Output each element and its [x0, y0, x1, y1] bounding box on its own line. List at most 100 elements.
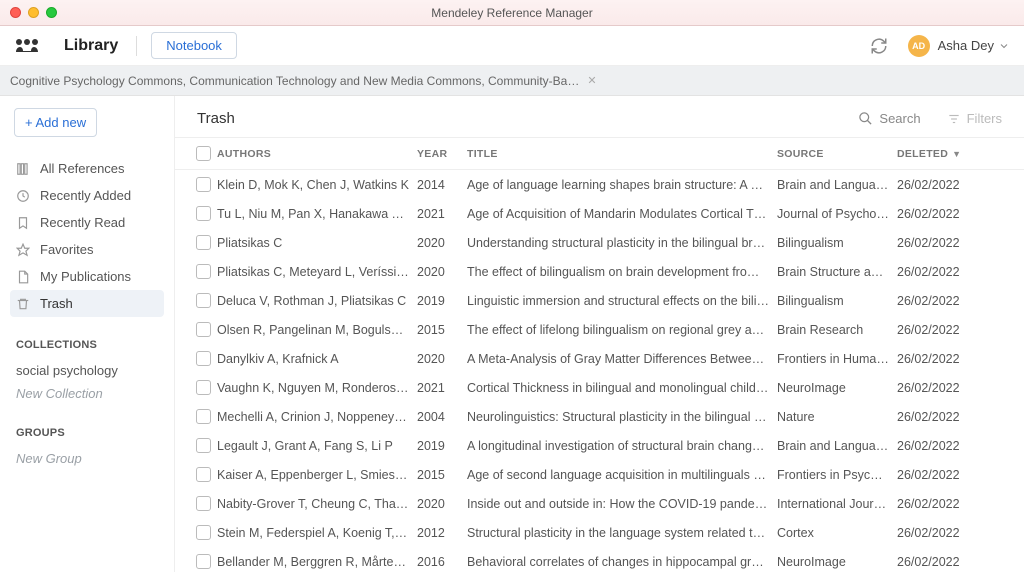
cell-title: Age of language learning shapes brain st…	[467, 178, 777, 192]
table-row[interactable]: Legault J, Grant A, Fang S, Li P2019A lo…	[175, 431, 1024, 460]
row-checkbox[interactable]	[196, 438, 211, 453]
cell-source: NeuroImage	[777, 381, 897, 395]
cell-deleted: 26/02/2022	[897, 526, 987, 540]
cell-year: 2014	[417, 178, 467, 192]
cell-year: 2021	[417, 207, 467, 221]
table-row[interactable]: Pliatsikas C2020Understanding structural…	[175, 228, 1024, 257]
table-row[interactable]: Kaiser A, Eppenberger L, Smieskova R, …2…	[175, 460, 1024, 489]
cell-source: Bilingualism	[777, 294, 897, 308]
table-row[interactable]: Nabity-Grover T, Cheung C, Thatcher J202…	[175, 489, 1024, 518]
cell-title: The effect of bilingualism on brain deve…	[467, 265, 777, 279]
select-all-checkbox[interactable]	[196, 146, 211, 161]
cell-deleted: 26/02/2022	[897, 439, 987, 453]
cell-title: Structural plasticity in the language sy…	[467, 526, 777, 540]
cell-year: 2019	[417, 294, 467, 308]
filters-button[interactable]: Filters	[947, 111, 1002, 126]
cell-source: International Journal of Information Man…	[777, 497, 897, 511]
table-row[interactable]: Klein D, Mok K, Chen J, Watkins K2014Age…	[175, 170, 1024, 199]
filter-icon	[947, 112, 961, 126]
table-row[interactable]: Vaughn K, Nguyen M, Ronderos J, Hern…202…	[175, 373, 1024, 402]
search-icon	[858, 111, 873, 126]
bookmark-icon	[16, 216, 30, 230]
col-header-year[interactable]: YEAR	[417, 148, 467, 160]
row-checkbox[interactable]	[196, 235, 211, 250]
row-checkbox[interactable]	[196, 467, 211, 482]
new-collection-item[interactable]: New Collection	[10, 382, 164, 405]
row-checkbox[interactable]	[196, 380, 211, 395]
row-checkbox[interactable]	[196, 351, 211, 366]
cell-deleted: 26/02/2022	[897, 178, 987, 192]
window-title: Mendeley Reference Manager	[0, 6, 1024, 20]
row-checkbox[interactable]	[196, 409, 211, 424]
sidebar-item-favorites[interactable]: Favorites	[10, 236, 164, 263]
col-header-deleted[interactable]: DELETED▼	[897, 148, 987, 160]
sidebar-item-trash[interactable]: Trash	[10, 290, 164, 317]
doc-icon	[16, 270, 30, 284]
sort-desc-icon: ▼	[952, 149, 961, 159]
table-header-row: AUTHORS YEAR TITLE SOURCE DELETED▼	[175, 137, 1024, 170]
cell-authors: Stein M, Federspiel A, Koenig T, Wirth M…	[217, 526, 417, 540]
sidebar-item-all-references[interactable]: All References	[10, 155, 164, 182]
row-checkbox[interactable]	[196, 525, 211, 540]
cell-source: Bilingualism	[777, 236, 897, 250]
cell-authors: Mechelli A, Crinion J, Noppeney U, O' D…	[217, 410, 417, 424]
search-button[interactable]: Search	[858, 111, 920, 126]
library-icon	[16, 162, 30, 176]
sidebar-item-recently-read[interactable]: Recently Read	[10, 209, 164, 236]
sidebar-item-recently-added[interactable]: Recently Added	[10, 182, 164, 209]
add-new-button[interactable]: + Add new	[14, 108, 97, 137]
info-bar-text: Cognitive Psychology Commons, Communicat…	[10, 74, 579, 88]
table-row[interactable]: Pliatsikas C, Meteyard L, Veríssimo J, D…	[175, 257, 1024, 286]
table-row[interactable]: Danylkiv A, Krafnick A2020A Meta-Analysi…	[175, 344, 1024, 373]
cell-title: The effect of lifelong bilingualism on r…	[467, 323, 777, 337]
collections-heading: COLLECTIONS	[16, 339, 164, 351]
cell-authors: Legault J, Grant A, Fang S, Li P	[217, 439, 417, 453]
cell-title: Understanding structural plasticity in t…	[467, 236, 777, 250]
cell-source: Frontiers in Psychology	[777, 468, 897, 482]
sidebar-item-label: Trash	[40, 296, 73, 311]
row-checkbox[interactable]	[196, 322, 211, 337]
row-checkbox[interactable]	[196, 206, 211, 221]
info-bar-close-icon[interactable]: ✕	[587, 74, 596, 87]
avatar[interactable]: AD	[908, 35, 930, 57]
table-row[interactable]: Bellander M, Berggren R, Mårtensson J, ……	[175, 547, 1024, 572]
row-checkbox[interactable]	[196, 554, 211, 569]
sidebar-item-label: All References	[40, 161, 125, 176]
table-row[interactable]: Olsen R, Pangelinan M, Bogulski C, Cha…2…	[175, 315, 1024, 344]
divider	[136, 36, 137, 56]
cell-deleted: 26/02/2022	[897, 555, 987, 569]
sync-icon[interactable]	[870, 37, 888, 55]
cell-title: Cortical Thickness in bilingual and mono…	[467, 381, 777, 395]
cell-year: 2012	[417, 526, 467, 540]
cell-year: 2019	[417, 439, 467, 453]
col-header-authors[interactable]: AUTHORS	[217, 148, 417, 160]
notebook-button[interactable]: Notebook	[151, 32, 237, 59]
cell-authors: Deluca V, Rothman J, Pliatsikas C	[217, 294, 417, 308]
row-checkbox[interactable]	[196, 177, 211, 192]
table-row[interactable]: Stein M, Federspiel A, Koenig T, Wirth M…	[175, 518, 1024, 547]
collection-item[interactable]: social psychology	[10, 359, 164, 382]
mendeley-logo-icon	[14, 37, 40, 55]
cell-authors: Kaiser A, Eppenberger L, Smieskova R, …	[217, 468, 417, 482]
col-header-title[interactable]: TITLE	[467, 148, 777, 160]
table-row[interactable]: Tu L, Niu M, Pan X, Hanakawa T, Liu X, ……	[175, 199, 1024, 228]
col-header-source[interactable]: SOURCE	[777, 148, 897, 160]
cell-source: Brain Research	[777, 323, 897, 337]
cell-title: A longitudinal investigation of structur…	[467, 439, 777, 453]
cell-authors: Danylkiv A, Krafnick A	[217, 352, 417, 366]
row-checkbox[interactable]	[196, 293, 211, 308]
row-checkbox[interactable]	[196, 264, 211, 279]
chevron-down-icon[interactable]	[998, 40, 1010, 52]
table-row[interactable]: Deluca V, Rothman J, Pliatsikas C2019Lin…	[175, 286, 1024, 315]
new-group-item[interactable]: New Group	[10, 447, 164, 470]
cell-year: 2016	[417, 555, 467, 569]
username-label[interactable]: Asha Dey	[938, 38, 994, 53]
cell-source: NeuroImage	[777, 555, 897, 569]
table-row[interactable]: Mechelli A, Crinion J, Noppeney U, O' D……	[175, 402, 1024, 431]
sidebar-item-my-publications[interactable]: My Publications	[10, 263, 164, 290]
row-checkbox[interactable]	[196, 496, 211, 511]
cell-source: Brain and Language	[777, 439, 897, 453]
cell-source: Cortex	[777, 526, 897, 540]
cell-deleted: 26/02/2022	[897, 381, 987, 395]
cell-year: 2004	[417, 410, 467, 424]
